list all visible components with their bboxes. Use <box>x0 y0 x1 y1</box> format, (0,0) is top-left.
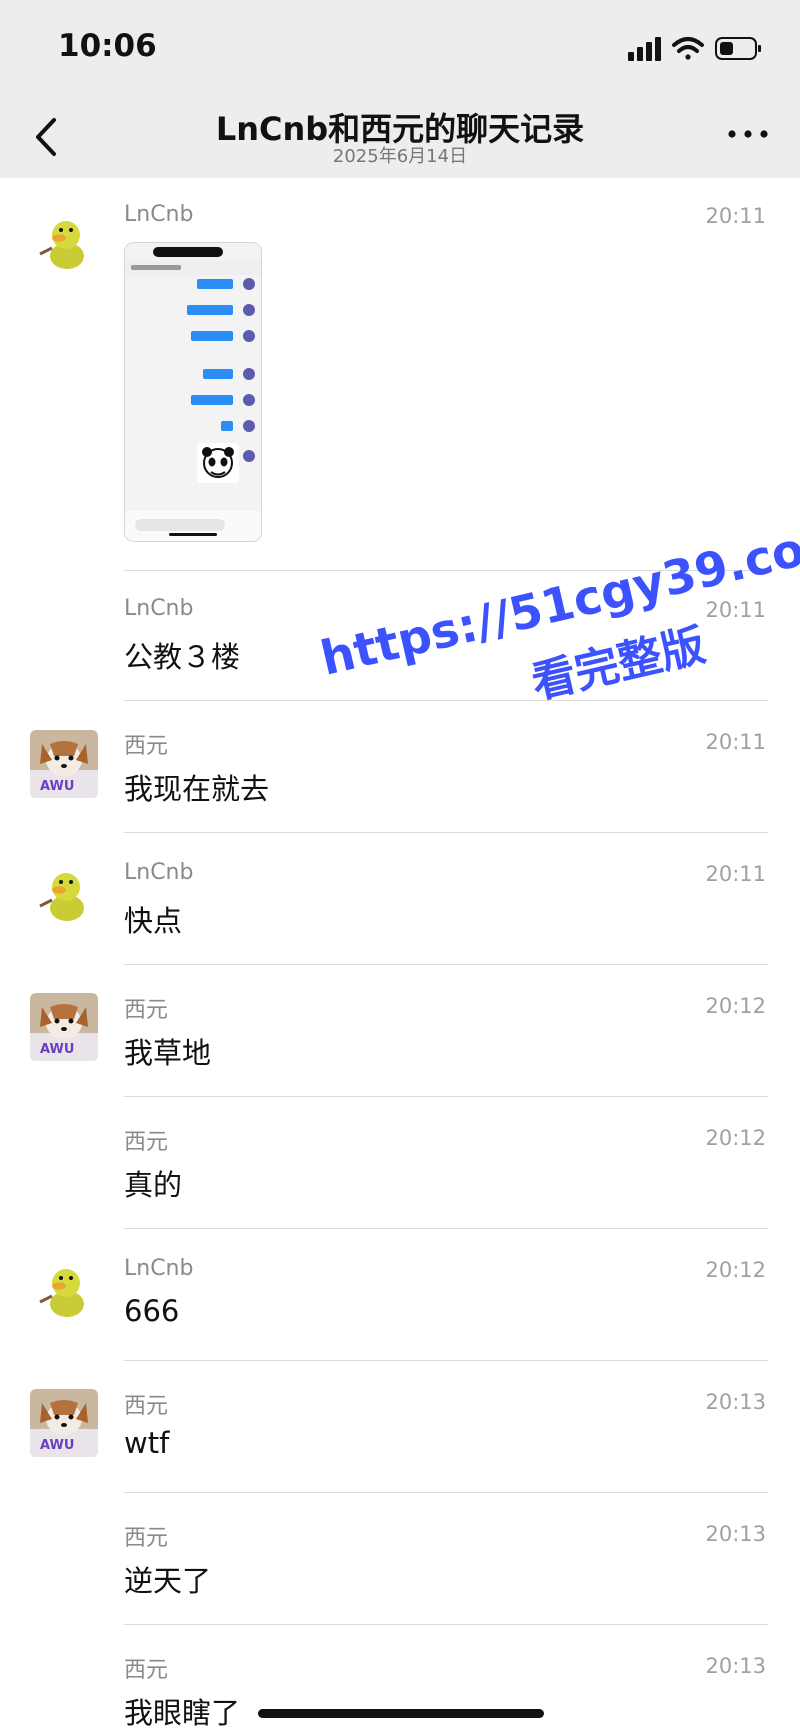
sender-name: LnCnb <box>124 202 194 227</box>
message-text: 快点 <box>124 904 183 938</box>
watermark-caption: 看完整版 <box>527 619 711 710</box>
chevron-left-icon <box>36 118 56 156</box>
duck-avatar[interactable] <box>30 1258 98 1326</box>
message-text: 真的 <box>124 1168 183 1202</box>
message-time: 20:11 <box>705 204 766 228</box>
dog-avatar[interactable]: AWU <box>30 993 98 1061</box>
top-bar: 10:06 LnCnb和西元的聊天记录 2025年6月14日 <box>0 0 800 178</box>
message-text: 我眼瞎了 <box>124 1696 241 1730</box>
back-button[interactable] <box>28 112 68 162</box>
message-text: 我现在就去 <box>124 772 270 806</box>
signal-icon <box>628 37 661 61</box>
home-indicator <box>258 1709 544 1718</box>
more-icon <box>728 130 768 138</box>
panda-sticker <box>197 443 239 483</box>
message-time: 20:12 <box>705 994 766 1018</box>
message-divider <box>124 1228 768 1229</box>
sender-name: 西元 <box>124 998 169 1023</box>
message-divider <box>124 832 768 833</box>
message-divider <box>124 1096 768 1097</box>
screenshot-thumbnail[interactable] <box>124 242 262 542</box>
duck-avatar[interactable] <box>30 862 98 930</box>
message-time: 20:13 <box>705 1522 766 1546</box>
message-text: 我草地 <box>124 1036 212 1070</box>
sender-name: 西元 <box>124 1394 169 1419</box>
sender-name: 西元 <box>124 734 169 759</box>
sender-name: 西元 <box>124 1526 169 1551</box>
watermark: https://51cgy39.com 看完整版 <box>300 453 800 731</box>
message-time: 20:12 <box>705 1258 766 1282</box>
message-divider <box>124 700 768 701</box>
message-time: 20:11 <box>705 730 766 754</box>
message-divider <box>124 1624 768 1625</box>
sender-name: 西元 <box>124 1658 169 1683</box>
message-text: 公教３楼 <box>124 640 241 674</box>
message-divider <box>124 1492 768 1493</box>
message-text: 逆天了 <box>124 1564 212 1598</box>
duck-avatar[interactable] <box>30 210 98 278</box>
dog-avatar[interactable]: AWU <box>30 730 98 798</box>
message-text: 666 <box>124 1294 180 1328</box>
wifi-icon <box>672 37 704 60</box>
message-divider <box>124 570 768 571</box>
sender-name: LnCnb <box>124 596 194 621</box>
chat-date: 2025年6月14日 <box>332 146 468 167</box>
message-time: 20:13 <box>705 1654 766 1678</box>
dog-avatar[interactable]: AWU <box>30 1389 98 1457</box>
message-divider <box>124 964 768 965</box>
status-time: 10:06 <box>58 28 157 64</box>
svg-text:AWU: AWU <box>40 779 74 794</box>
svg-text:AWU: AWU <box>40 1438 74 1453</box>
more-button[interactable] <box>726 124 770 144</box>
message-divider <box>124 1360 768 1361</box>
sender-name: LnCnb <box>124 860 194 885</box>
svg-text:AWU: AWU <box>40 1042 74 1057</box>
sender-name: LnCnb <box>124 1256 194 1281</box>
message-time: 20:11 <box>705 862 766 886</box>
status-icons <box>628 37 761 61</box>
message-text: wtf <box>124 1426 170 1460</box>
message-time: 20:11 <box>705 598 766 622</box>
battery-icon <box>715 37 761 60</box>
message-time: 20:13 <box>705 1390 766 1414</box>
message-time: 20:12 <box>705 1126 766 1150</box>
sender-name: 西元 <box>124 1130 169 1155</box>
